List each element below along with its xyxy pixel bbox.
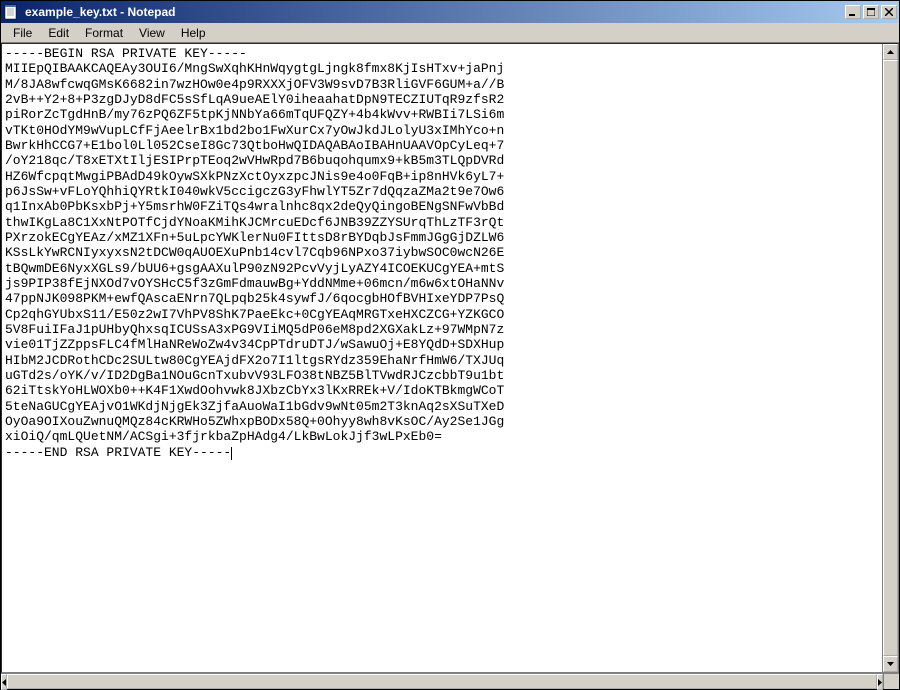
vertical-scrollbar[interactable] [882,44,898,672]
notepad-window: example_key.txt - Notepad File Edit Form… [0,0,900,690]
editor-content: -----BEGIN RSA PRIVATE KEY----- MIIEpQIB… [5,46,504,460]
horizontal-scrollbar-area [1,673,899,689]
scroll-up-button[interactable] [883,44,898,60]
menu-edit[interactable]: Edit [40,24,77,42]
window-title: example_key.txt - Notepad [23,5,845,19]
editor-area: -----BEGIN RSA PRIVATE KEY----- MIIEpQIB… [1,43,899,673]
scroll-thumb-vertical[interactable] [883,60,898,656]
menubar: File Edit Format View Help [1,23,899,43]
scroll-track-vertical[interactable] [883,60,898,656]
maximize-button[interactable] [863,5,879,19]
text-caret [231,447,232,460]
scroll-track-horizontal[interactable] [7,674,877,689]
minimize-button[interactable] [845,5,861,19]
titlebar[interactable]: example_key.txt - Notepad [1,1,899,23]
notepad-icon [3,4,19,20]
scroll-thumb-horizontal[interactable] [7,674,877,689]
scroll-down-button[interactable] [883,656,898,672]
menu-view[interactable]: View [131,24,173,42]
window-controls [845,5,897,19]
resize-grip[interactable] [883,673,899,689]
menu-help[interactable]: Help [173,24,214,42]
menu-format[interactable]: Format [77,24,131,42]
close-button[interactable] [881,5,897,19]
text-editor[interactable]: -----BEGIN RSA PRIVATE KEY----- MIIEpQIB… [2,44,882,672]
horizontal-scrollbar[interactable] [1,673,883,689]
menu-file[interactable]: File [5,24,40,42]
